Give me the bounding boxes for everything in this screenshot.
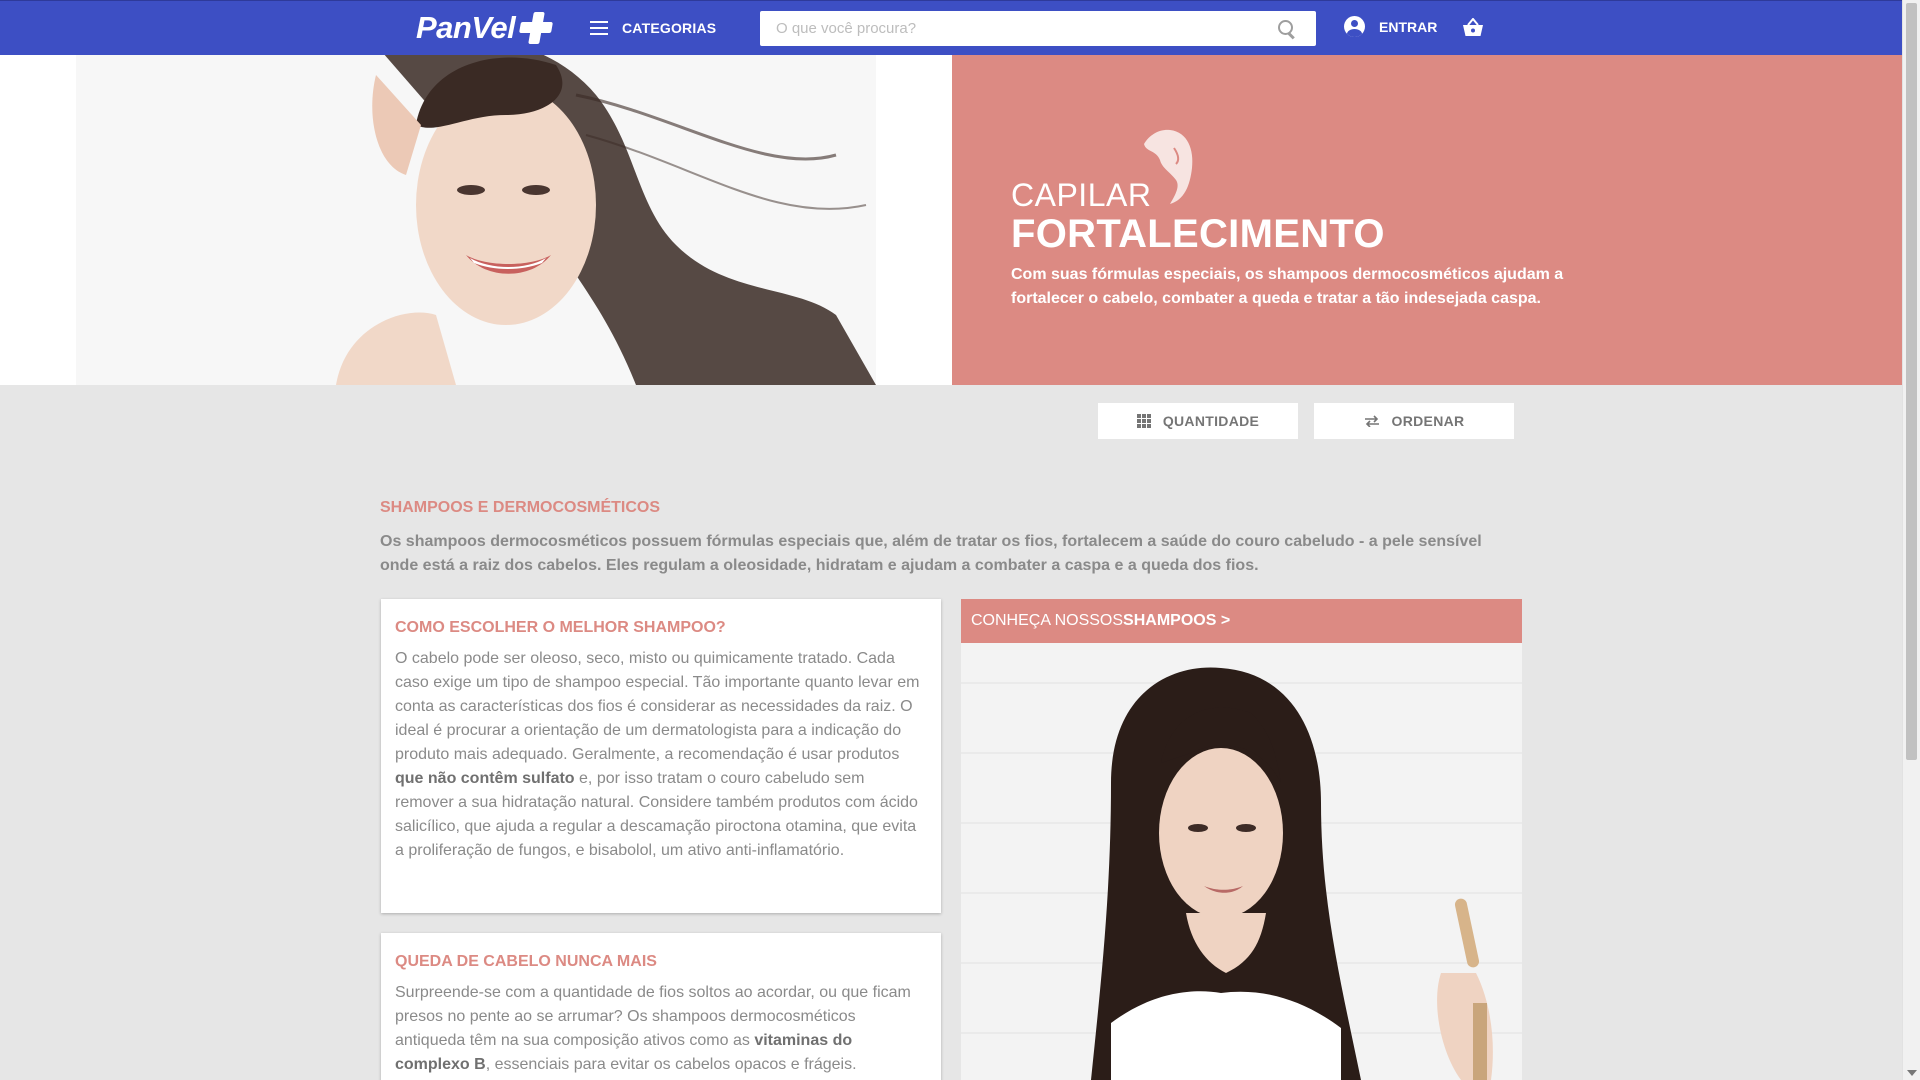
logo-text: PanVel [416,10,516,45]
quantity-button[interactable]: QUANTIDADE [1098,403,1298,439]
categories-label: CATEGORIAS [622,20,717,36]
quantity-label: QUANTIDADE [1162,413,1260,429]
hero-banner: CAPILAR FORTALECIMENTO Com suas fórmulas… [0,55,1902,385]
card-text-part: O cabelo pode ser oleoso, seco, misto ou… [395,650,920,763]
hero-image-panel [0,55,952,385]
page-scrollbar[interactable] [1902,0,1920,1080]
card-text: O cabelo pode ser oleoso, seco, misto ou… [395,647,927,863]
hero-woman-photo [76,55,876,385]
search-input[interactable] [760,11,1276,46]
login-label: ENTRAR [1379,18,1438,35]
section-title: SHAMPOOS E DERMOCOSMÉTICOS [380,499,661,516]
card-title: QUEDA DE CABELO NUNCA MAIS [395,953,657,970]
hero-description: Com suas fórmulas especiais, os shampoos… [1011,266,1564,307]
top-navigation-bar: PanVel CATEGORIAS ENTRAR [0,0,1902,55]
hero-title: FORTALECIMENTO [1011,212,1385,256]
basket-icon[interactable] [1462,18,1484,38]
swap-arrows-icon [1364,415,1379,427]
menu-icon [590,21,608,35]
promo-prefix: CONHEÇA NOSSOS [971,612,1124,629]
scroll-down-icon[interactable] [1907,1070,1917,1076]
card-text: Surpreende-se com a quantidade de fios s… [395,981,927,1077]
login-button[interactable]: ENTRAR [1344,16,1437,37]
sort-label: ORDENAR [1391,413,1465,429]
promo-highlight: SHAMPOOS > [1123,612,1231,629]
card-title: COMO ESCOLHER O MELHOR SHAMPOO? [395,619,726,636]
scrollbar-thumb[interactable] [1906,3,1917,760]
search-icon[interactable] [1276,18,1298,40]
categories-button[interactable]: CATEGORIAS [590,14,716,42]
shampoos-promo-link[interactable]: CONHEÇA NOSSOS SHAMPOOS > [961,599,1522,1080]
account-icon [1344,16,1365,37]
search-box [760,11,1316,46]
grid-icon [1136,414,1151,428]
panvel-logo[interactable]: PanVel [416,10,553,46]
cross-logo-icon [519,11,553,45]
hero-kicker: CAPILAR [1011,177,1152,213]
promo-woman-brush-photo [961,643,1522,1080]
card-text-bold: que não contêm sulfato [395,770,575,787]
promo-header[interactable]: CONHEÇA NOSSOS SHAMPOOS > [961,599,1522,643]
hero-text-panel: CAPILAR FORTALECIMENTO Com suas fórmulas… [952,55,1902,385]
info-card-hair-loss: QUEDA DE CABELO NUNCA MAIS Surpreende-se… [381,933,941,1080]
section-description: Os shampoos dermocosméticos possuem fórm… [380,533,1482,574]
card-text-part: , essenciais para evitar os cabelos opac… [485,1056,857,1073]
info-card-choose-shampoo: COMO ESCOLHER O MELHOR SHAMPOO? O cabelo… [381,599,941,913]
sort-button[interactable]: ORDENAR [1314,403,1514,439]
